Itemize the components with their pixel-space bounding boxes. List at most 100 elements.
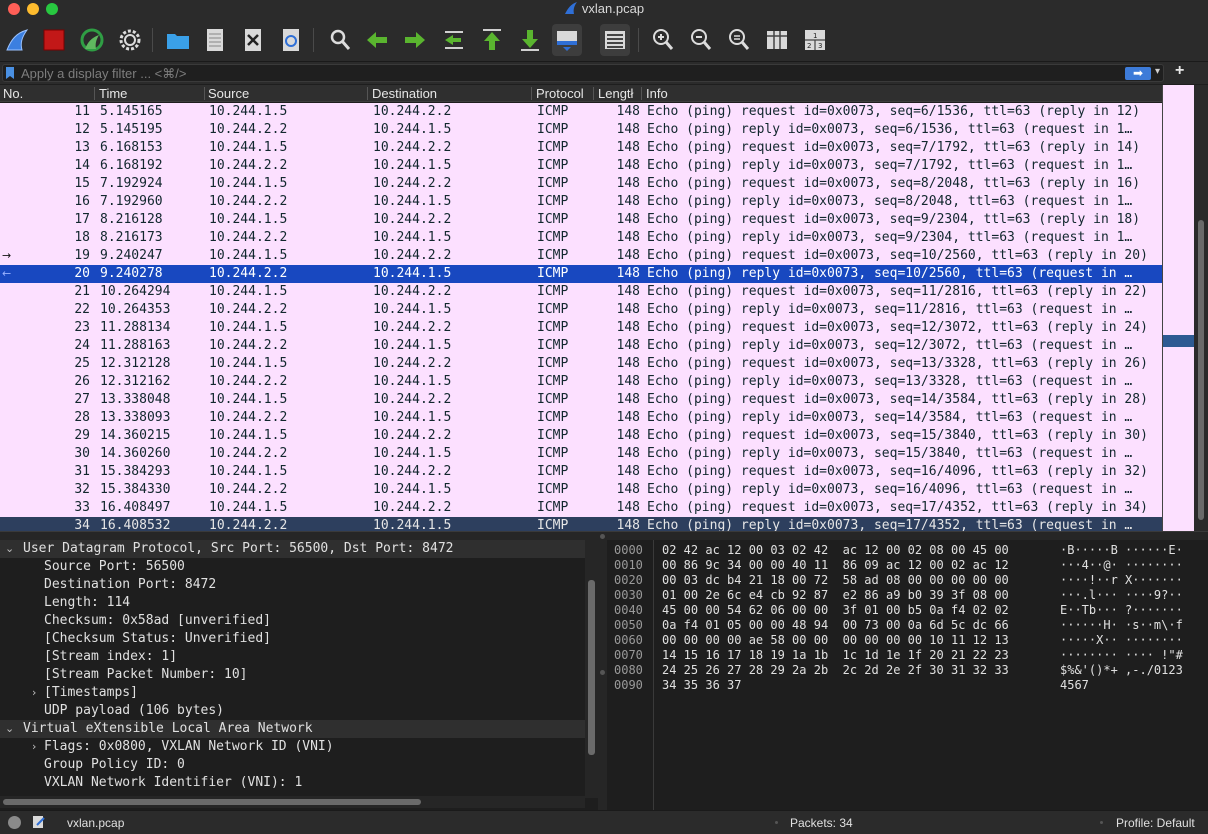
packet-row[interactable]: 33 16.408497 10.244.1.5 10.244.2.2 ICMP 148 Ec…	[0, 499, 1162, 517]
auto-scroll-button[interactable]	[552, 24, 582, 56]
packet-row[interactable]: 12 5.145195 10.244.2.2 10.244.1.5 ICMP 148 Ech…	[0, 121, 1162, 139]
chevron-down-icon[interactable]: ⌄	[5, 720, 19, 738]
byte-offset[interactable]: 0010	[614, 558, 643, 573]
filter-history-dropdown[interactable]: ▾	[1155, 66, 1160, 77]
zoom-out-button[interactable]	[686, 24, 716, 56]
restart-capture-button[interactable]	[77, 24, 107, 56]
zoom-reset-button[interactable]	[724, 24, 754, 56]
byte-offset[interactable]: 0090	[614, 678, 643, 693]
byte-offset[interactable]: 0040	[614, 603, 643, 618]
open-file-button[interactable]	[163, 24, 193, 56]
column-header-no[interactable]: No.	[0, 86, 92, 101]
display-filter-input[interactable]: Apply a display filter ... <⌘/> ➡ ▾	[2, 64, 1164, 82]
packet-row[interactable]: 18 8.216173 10.244.2.2 10.244.1.5 ICMP 148 Ech…	[0, 229, 1162, 247]
packet-row[interactable]: 34 16.408532 10.244.2.2 10.244.1.5 ICMP 148 Ec…	[0, 517, 1162, 531]
capture-comment-icon[interactable]	[32, 815, 46, 829]
column-header-source[interactable]: Source	[205, 86, 367, 101]
scrollbar-thumb[interactable]	[588, 580, 595, 755]
detail-field-row[interactable]: Checksum: 0x58ad [unverified]	[0, 612, 585, 630]
go-to-packet-button[interactable]	[439, 24, 469, 56]
detail-field-row[interactable]: UDP payload (106 bytes)	[0, 702, 585, 720]
byte-hex[interactable]: 00 86 9c 34 00 00 40 11 86 09 ac 12 00 0…	[662, 558, 1009, 573]
packet-row[interactable]: ← 20 9.240278 10.244.2.2 10.244.1.5 ICMP 148 Ec…	[0, 265, 1162, 283]
packet-row[interactable]: 30 14.360260 10.244.2.2 10.244.1.5 ICMP 148 Ec…	[0, 445, 1162, 463]
byte-offset[interactable]: 0030	[614, 588, 643, 603]
packet-row[interactable]: 15 7.192924 10.244.1.5 10.244.2.2 ICMP 148 Ech…	[0, 175, 1162, 193]
zoom-in-button[interactable]	[648, 24, 678, 56]
byte-hex[interactable]: 45 00 00 54 62 06 00 00 3f 01 00 b5 0a f…	[662, 603, 1009, 618]
bookmark-icon[interactable]	[6, 67, 14, 79]
column-header-info[interactable]: Info	[643, 86, 1158, 101]
find-packet-button[interactable]	[325, 24, 355, 56]
details-horizontal-scrollbar[interactable]	[0, 796, 585, 808]
packet-row[interactable]: 29 14.360215 10.244.1.5 10.244.2.2 ICMP 148 Ec…	[0, 427, 1162, 445]
packet-row[interactable]: 16 7.192960 10.244.2.2 10.244.1.5 ICMP 148 Ech…	[0, 193, 1162, 211]
packet-row[interactable]: 28 13.338093 10.244.2.2 10.244.1.5 ICMP 148 Ec…	[0, 409, 1162, 427]
apply-filter-button[interactable]: ➡	[1125, 67, 1151, 80]
detail-field-row[interactable]: [Stream index: 1]	[0, 648, 585, 666]
detail-field-row[interactable]: Group Policy ID: 0	[0, 756, 585, 774]
byte-ascii[interactable]: $%&'()*+ ,-./0123	[1060, 663, 1183, 678]
status-profile[interactable]: Profile: Default	[1116, 816, 1195, 830]
byte-hex[interactable]: 00 00 00 00 ae 58 00 00 00 00 00 00 10 1…	[662, 633, 1009, 648]
packet-minimap[interactable]	[1162, 85, 1195, 531]
detail-field-row[interactable]: [Stream Packet Number: 10]	[0, 666, 585, 684]
byte-offset[interactable]: 0080	[614, 663, 643, 678]
byte-ascii[interactable]: ···.l··· ····9?··	[1060, 588, 1183, 603]
packet-row[interactable]: 21 10.264294 10.244.1.5 10.244.2.2 ICMP 148 Ec…	[0, 283, 1162, 301]
expert-info-indicator-icon[interactable]	[8, 816, 21, 829]
detail-field-row[interactable]: › [Timestamps]	[0, 684, 585, 702]
scrollbar-thumb[interactable]	[1198, 220, 1204, 520]
byte-hex[interactable]: 14 15 16 17 18 19 1a 1b 1c 1d 1e 1f 20 2…	[662, 648, 1009, 663]
byte-offset[interactable]: 0020	[614, 573, 643, 588]
layout-button[interactable]: 123	[800, 24, 830, 56]
byte-ascii[interactable]: 4567	[1060, 678, 1089, 693]
packet-row[interactable]: 22 10.264353 10.244.2.2 10.244.1.5 ICMP 148 Ec…	[0, 301, 1162, 319]
details-vertical-scrollbar[interactable]	[585, 540, 598, 798]
column-divider[interactable]	[367, 87, 368, 100]
scrollbar-thumb[interactable]	[3, 799, 421, 805]
detail-section-header[interactable]: ⌄ Virtual eXtensible Local Area Network	[0, 720, 585, 738]
packet-row[interactable]: 24 11.288163 10.244.2.2 10.244.1.5 ICMP 148 Ec…	[0, 337, 1162, 355]
stop-capture-button[interactable]	[39, 24, 69, 56]
go-forward-button[interactable]	[400, 24, 430, 56]
byte-offset[interactable]: 0070	[614, 648, 643, 663]
go-back-button[interactable]	[362, 24, 392, 56]
packet-list-scrollbar[interactable]	[1194, 85, 1208, 531]
byte-hex[interactable]: 02 42 ac 12 00 03 02 42 ac 12 00 02 08 0…	[662, 543, 1009, 558]
chevron-down-icon[interactable]: ⌄	[5, 540, 19, 558]
column-header-protocol[interactable]: Protocol	[533, 86, 593, 101]
close-file-button[interactable]	[238, 24, 268, 56]
column-header-time[interactable]: Time	[96, 86, 204, 101]
column-divider[interactable]	[641, 87, 642, 100]
go-last-button[interactable]	[515, 24, 545, 56]
packet-row[interactable]: 27 13.338048 10.244.1.5 10.244.2.2 ICMP 148 Ec…	[0, 391, 1162, 409]
detail-section-header[interactable]: ⌄ User Datagram Protocol, Src Port: 56500…	[0, 540, 585, 558]
detail-field-row[interactable]: Destination Port: 8472	[0, 576, 585, 594]
byte-hex[interactable]: 01 00 2e 6c e4 cb 92 87 e2 86 a9 b0 39 3…	[662, 588, 1009, 603]
byte-hex[interactable]: 00 03 dc b4 21 18 00 72 58 ad 08 00 00 0…	[662, 573, 1009, 588]
packet-row[interactable]: 23 11.288134 10.244.1.5 10.244.2.2 ICMP 148 Ec…	[0, 319, 1162, 337]
packet-row[interactable]: 32 15.384330 10.244.2.2 10.244.1.5 ICMP 148 Ec…	[0, 481, 1162, 499]
byte-ascii[interactable]: ········ ···· !"#	[1060, 648, 1183, 663]
byte-offset[interactable]: 0000	[614, 543, 643, 558]
byte-offset[interactable]: 0050	[614, 618, 643, 633]
byte-ascii[interactable]: ·B·····B ······E·	[1060, 543, 1183, 558]
detail-field-row[interactable]: › Flags: 0x0800, VXLAN Network ID (VNI)	[0, 738, 585, 756]
column-divider[interactable]	[593, 87, 594, 100]
detail-field-row[interactable]: [Checksum Status: Unverified]	[0, 630, 585, 648]
packet-row[interactable]: 14 6.168192 10.244.2.2 10.244.1.5 ICMP 148 Ech…	[0, 157, 1162, 175]
reload-file-button[interactable]	[276, 24, 306, 56]
go-first-button[interactable]	[477, 24, 507, 56]
horizontal-splitter[interactable]	[0, 531, 1208, 540]
packet-row[interactable]: 17 8.216128 10.244.1.5 10.244.2.2 ICMP 148 Ech…	[0, 211, 1162, 229]
packet-row[interactable]: 26 12.312162 10.244.2.2 10.244.1.5 ICMP 148 Ec…	[0, 373, 1162, 391]
column-divider[interactable]	[531, 87, 532, 100]
splitter-handle[interactable]	[600, 534, 605, 539]
save-file-button[interactable]	[200, 24, 230, 56]
byte-ascii[interactable]: ···4··@· ········	[1060, 558, 1183, 573]
column-header-destination[interactable]: Destination	[369, 86, 531, 101]
byte-hex[interactable]: 24 25 26 27 28 29 2a 2b 2c 2d 2e 2f 30 3…	[662, 663, 1009, 678]
byte-ascii[interactable]: ·····X·· ········	[1060, 633, 1183, 648]
vertical-splitter[interactable]	[598, 540, 607, 810]
